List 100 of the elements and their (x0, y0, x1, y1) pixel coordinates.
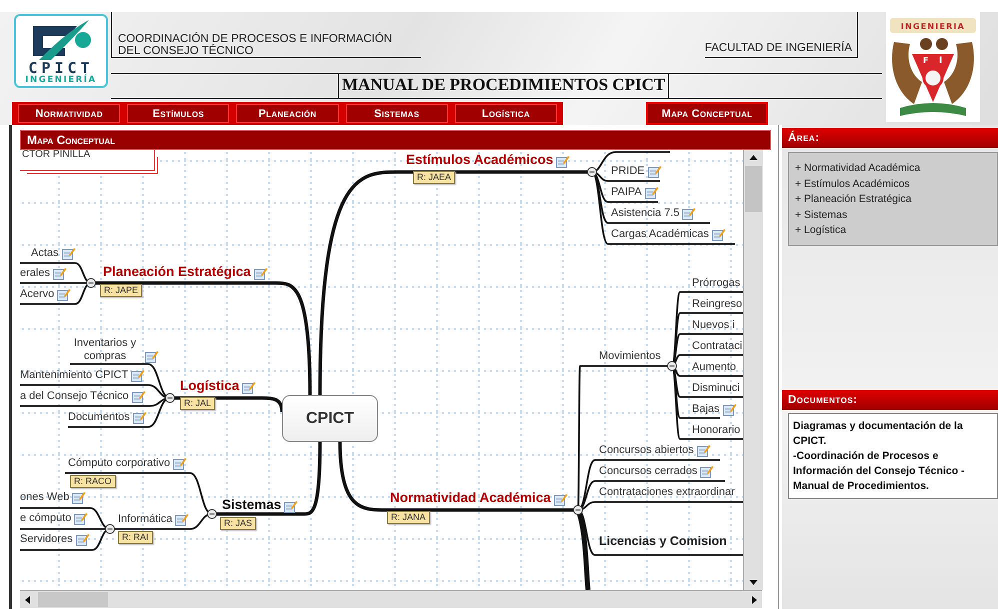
collapse-toggle[interactable] (86, 278, 96, 288)
topic-label: Prórrogas (692, 277, 740, 290)
note-icon[interactable] (648, 165, 662, 178)
topic-label: Concursos abiertos (599, 444, 694, 457)
topic-label: ones Web (20, 491, 70, 504)
topic-label: Cargas Académicas (611, 228, 709, 241)
note-icon[interactable] (74, 512, 88, 525)
center-node[interactable]: CPICT (282, 395, 378, 442)
note-icon[interactable] (132, 390, 146, 403)
branch-label: Planeación Estratégica (103, 264, 251, 280)
topic-label: Licencias y Comision (599, 533, 727, 549)
organization-name: COORDINACIÓN DE PROCESOS E INFORMACIÓN DEL CONSEJO TÉCNICO (111, 12, 421, 58)
note-icon[interactable] (722, 403, 737, 416)
document-description: Diagramas y documentación de la CPICT. (793, 419, 964, 449)
branch-label: Sistemas (222, 497, 282, 513)
responsible-tag: R: RAI (118, 531, 153, 544)
nav-link[interactable]: Estímulos (127, 104, 230, 123)
horizontal-scrollbar[interactable] (20, 590, 762, 608)
note-icon[interactable] (712, 228, 726, 241)
area-link[interactable]: + Planeación Estratégica (795, 192, 991, 208)
note-icon[interactable] (682, 207, 696, 220)
topic-label: Concursos cerrados (599, 465, 698, 478)
note-icon[interactable] (173, 457, 188, 470)
area-link[interactable]: + Sistemas (795, 208, 991, 223)
collapse-toggle[interactable] (207, 509, 217, 519)
responsible-tag: R: JANA (387, 511, 430, 524)
vertical-scrollbar[interactable] (743, 150, 763, 590)
topic-label: Cómputo corporativo (68, 457, 170, 470)
area-link[interactable]: + Estímulos Académicos (795, 176, 991, 192)
nav-link[interactable]: Sistemas (346, 104, 448, 123)
topic-label: Servidores (20, 533, 73, 546)
collapse-toggle[interactable] (165, 393, 175, 403)
note-icon[interactable] (254, 267, 268, 280)
topic-label: Reingreso (692, 298, 742, 311)
topic-label: Contrataciones extraordinar (599, 486, 735, 499)
topic-label: Documentos (68, 411, 130, 424)
collapse-toggle[interactable] (573, 505, 583, 515)
logo-text: CPICT (28, 62, 94, 75)
responsible-tag: R: JAPE (100, 284, 142, 297)
note-icon[interactable] (145, 350, 159, 363)
responsible-tag: R: JAS (220, 517, 256, 530)
collapse-toggle[interactable] (105, 524, 115, 534)
topic-label: Asistencia 7.5 (611, 207, 680, 220)
faculty-name: FACULTAD DE INGENIERÍA (704, 12, 858, 58)
note-icon[interactable] (242, 381, 256, 394)
responsible-tag: R: JAEA (413, 171, 456, 184)
topic-label: Bajas (692, 403, 720, 416)
concept-map-link[interactable]: Mapa Conceptual (646, 102, 768, 125)
section-title: Área: (782, 128, 998, 148)
topic-label: Aumento (692, 361, 736, 374)
topic-label: Inventarios y compras (72, 337, 138, 363)
topic-label: Mantenimiento CPICT (20, 369, 128, 382)
responsible-tag: R: JAL (180, 397, 216, 410)
topic-label: Honorario (692, 424, 740, 437)
note-icon[interactable] (556, 155, 570, 168)
area-link[interactable]: + Logística (795, 223, 991, 238)
topic-label: Actas (31, 247, 59, 260)
topic-label: PRIDE (611, 165, 645, 178)
topic-label: Nuevos i (692, 319, 735, 332)
note-icon[interactable] (700, 465, 714, 478)
note-icon[interactable] (175, 513, 190, 526)
topic-label: Informática (118, 513, 172, 526)
note-icon[interactable] (72, 491, 86, 504)
note-icon[interactable] (57, 288, 72, 301)
note-icon[interactable] (62, 247, 76, 260)
responsible-tag: R: RACO (70, 475, 116, 488)
scroll-thumb[interactable] (745, 166, 762, 212)
note-icon[interactable] (554, 493, 568, 506)
branch-label: Logística (180, 378, 240, 394)
nav-link[interactable]: Normatividad (18, 104, 120, 123)
topic-label: Contrataci (692, 340, 742, 353)
topic-label: Acervo (20, 288, 54, 301)
branch-label: Estímulos Académicos (406, 152, 554, 168)
note-icon[interactable] (284, 500, 298, 513)
scroll-thumb[interactable] (38, 592, 108, 607)
topic-label: erales (20, 267, 50, 280)
nav-link[interactable]: Planeación (236, 104, 339, 123)
topic-label: a del Consejo Técnico (20, 390, 129, 403)
collapse-toggle[interactable] (587, 167, 597, 177)
note-icon[interactable] (696, 444, 711, 457)
manual-title: MANUAL DE PROCEDIMIENTOS CPICT (338, 74, 670, 98)
branch-label: Normatividad Académica (390, 490, 551, 506)
panel-title: Mapa Conceptual (20, 130, 771, 150)
section-title: Documentos: (782, 390, 998, 410)
nav-link[interactable]: Logística (454, 104, 558, 123)
topic-label: PAIPA (611, 186, 642, 199)
note-icon[interactable] (131, 369, 146, 382)
topic-label: e cómputo (20, 512, 72, 525)
area-link[interactable]: + Normatividad Académica (795, 161, 991, 176)
topic-label: Movimientos (599, 350, 661, 363)
collapse-toggle[interactable] (667, 361, 677, 371)
note-icon[interactable] (76, 533, 90, 546)
note-icon[interactable] (644, 186, 659, 199)
topic-label: Disminuci (692, 382, 740, 395)
crest-drawing: INGENIERIA F I (886, 12, 980, 122)
logo-subtitle: INGENIERÍA (25, 75, 97, 86)
document-description: -Coordinación de Procesos e Información del Consejo Técnico - Manual de Procedimientos. (793, 449, 966, 494)
note-icon[interactable] (52, 267, 67, 280)
person-name: CTOR PINILLA (21, 150, 92, 160)
note-icon[interactable] (132, 411, 147, 424)
